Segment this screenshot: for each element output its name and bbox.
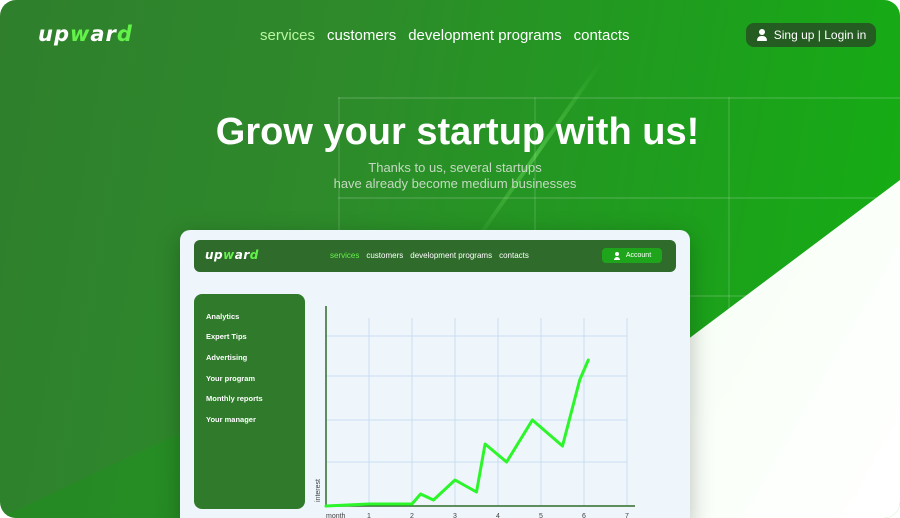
signup-login-button[interactable]: Sing up | Login in	[746, 23, 876, 47]
sidebar-item-expert-tips: Expert Tips	[206, 332, 247, 341]
nav-customers[interactable]: customers	[327, 27, 396, 44]
nav-development-programs[interactable]: development programs	[408, 27, 561, 44]
preview-nav-links: services customers development programs …	[330, 251, 529, 260]
x-tick-label: 5	[539, 513, 543, 518]
hero-subtitle: Thanks to us, several startups have alre…	[0, 160, 900, 192]
hero-subtitle-line-1: Thanks to us, several startups	[368, 160, 542, 175]
main-nav: services customers development programs …	[260, 27, 630, 44]
landing-page: upward services customers development pr…	[0, 0, 900, 518]
user-icon	[756, 29, 768, 41]
nav-contacts[interactable]: contacts	[574, 27, 630, 44]
brand-logo[interactable]: upward	[38, 22, 133, 46]
preview-nav-bar: upward services customers development pr…	[194, 240, 676, 272]
x-tick-label: 3	[453, 513, 457, 518]
user-icon	[613, 251, 621, 260]
preview-account-label: Account	[625, 252, 652, 259]
x-tick-label: 1	[367, 513, 371, 518]
y-axis-label: interest	[315, 479, 322, 502]
signup-login-label: Sing up | Login in	[773, 28, 867, 42]
preview-sidebar: Analytics Expert Tips Advertising Your p…	[194, 294, 305, 509]
sidebar-item-your-manager: Your manager	[206, 415, 256, 424]
preview-account-button: Account	[602, 248, 662, 263]
sidebar-item-analytics: Analytics	[206, 312, 240, 321]
preview-nav-customers: customers	[366, 251, 404, 260]
hero-subtitle-line-2: have already become medium businesses	[333, 176, 577, 191]
chart-svg: 1 2 3 4 5 6 7 month interest	[315, 306, 635, 518]
x-tick-label: 6	[582, 513, 586, 518]
series-line-0	[324, 358, 590, 508]
interest-chart: 1 2 3 4 5 6 7 month interest	[310, 294, 640, 518]
nav-services[interactable]: services	[260, 27, 315, 44]
x-tick-label: 4	[496, 513, 500, 518]
x-axis-label: month	[326, 513, 346, 518]
sidebar-item-advertising: Advertising	[206, 353, 248, 362]
preview-nav-development-programs: development programs	[410, 251, 493, 260]
sidebar-item-monthly-reports: Monthly reports	[206, 394, 263, 403]
x-tick-label: 7	[625, 513, 629, 518]
preview-nav-services: services	[330, 251, 360, 260]
x-tick-label: 2	[410, 513, 414, 518]
dashboard-preview: upward services customers development pr…	[180, 230, 690, 518]
sidebar-item-your-program: Your program	[206, 374, 256, 383]
preview-logo: upward	[205, 248, 259, 262]
preview-nav-contacts: contacts	[499, 251, 529, 260]
hero-title: Grow your startup with us!	[215, 111, 700, 153]
